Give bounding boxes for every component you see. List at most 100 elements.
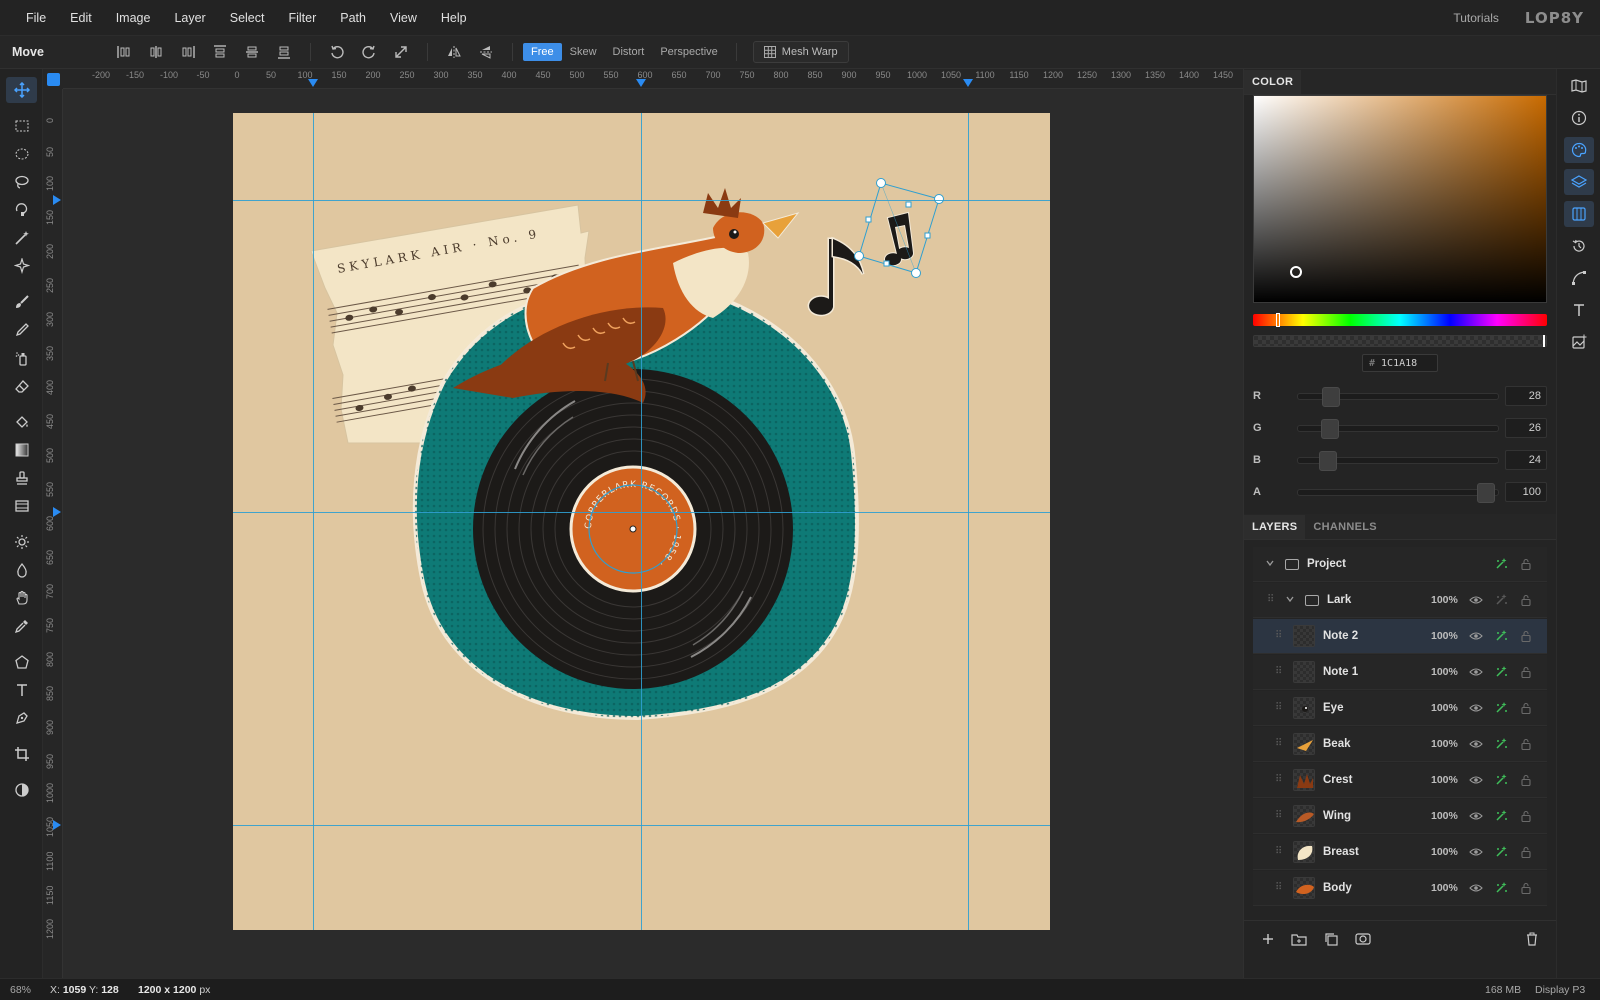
align-top-button[interactable] [204, 40, 236, 64]
visibility-toggle[interactable] [1469, 809, 1483, 823]
lock-toggle[interactable] [1519, 593, 1533, 607]
character-panel-button[interactable] [1564, 297, 1594, 323]
quick-select-tool[interactable] [6, 253, 37, 279]
layer-row[interactable]: ⠿ Wing 100% [1253, 799, 1547, 834]
info-panel-button[interactable] [1564, 105, 1594, 131]
spray-tool[interactable] [6, 345, 37, 371]
menu-layer[interactable]: Layer [162, 11, 217, 25]
channel-slider-thumb[interactable] [1477, 482, 1495, 503]
status-color-profile[interactable]: Display P3 [1535, 984, 1585, 996]
eyedropper-tool[interactable] [6, 613, 37, 639]
layer-opacity[interactable]: 100% [1431, 630, 1458, 642]
pattern-tool[interactable] [6, 493, 37, 519]
move-tool[interactable] [6, 77, 37, 103]
color-saturation-field[interactable] [1253, 95, 1547, 303]
scale-button[interactable] [385, 40, 417, 64]
guide-marker[interactable] [308, 79, 318, 87]
add-layer-button[interactable] [1259, 931, 1277, 947]
lock-toggle[interactable] [1519, 809, 1533, 823]
alpha-handle[interactable] [1543, 335, 1545, 347]
visibility-toggle[interactable] [1469, 629, 1483, 643]
channel-slider[interactable] [1297, 418, 1499, 439]
align-center-h-button[interactable] [140, 40, 172, 64]
channel-slider-thumb[interactable] [1322, 386, 1341, 407]
layer-opacity[interactable]: 100% [1431, 882, 1458, 894]
align-left-button[interactable] [108, 40, 140, 64]
mode-distort-button[interactable]: Distort [605, 43, 653, 61]
tab-color[interactable]: COLOR [1244, 70, 1302, 94]
guide-marker[interactable] [53, 195, 61, 205]
lock-toggle[interactable] [1519, 845, 1533, 859]
guide-vertical[interactable] [313, 113, 314, 930]
channel-slider-thumb[interactable] [1319, 450, 1338, 471]
rotate-ccw-button[interactable] [321, 40, 353, 64]
effects-toggle[interactable] [1494, 593, 1508, 607]
stamp-tool[interactable] [6, 465, 37, 491]
menu-image[interactable]: Image [104, 11, 163, 25]
delete-layer-button[interactable] [1523, 931, 1541, 947]
flip-vertical-button[interactable] [470, 40, 502, 64]
layer-opacity[interactable]: 100% [1431, 846, 1458, 858]
drag-handle-icon[interactable]: ⠿ [1275, 774, 1283, 786]
pen-tool[interactable] [6, 705, 37, 731]
rotate-cw-button[interactable] [353, 40, 385, 64]
tutorials-link[interactable]: Tutorials [1453, 11, 1499, 25]
rect-select-tool[interactable] [6, 113, 37, 139]
hex-input[interactable]: # 1C1A18 [1362, 354, 1438, 372]
ellipse-select-tool[interactable] [6, 141, 37, 167]
channel-slider-thumb[interactable] [1320, 418, 1339, 439]
visibility-toggle[interactable] [1469, 665, 1483, 679]
channels-panel-button[interactable] [1564, 201, 1594, 227]
color-panel-button[interactable] [1564, 137, 1594, 163]
effects-toggle[interactable] [1494, 809, 1508, 823]
visibility-toggle[interactable] [1469, 737, 1483, 751]
contrast-tool[interactable] [6, 777, 37, 803]
vertical-ruler[interactable]: 0 50 100 150 200 250 300 350 400 450 500 550 600 650 7… [43, 89, 63, 978]
channel-value-input[interactable]: 100 [1505, 482, 1547, 502]
layer-row[interactable]: ⠿ Lark 100% [1253, 583, 1547, 618]
image-panel-button[interactable] [1564, 329, 1594, 355]
ruler-corner[interactable] [43, 69, 63, 89]
horizontal-ruler[interactable]: -200 -150 -100 -50 0 50 100 150 200 250 300 350 400 4… [63, 69, 1243, 89]
channel-value-input[interactable]: 24 [1505, 450, 1547, 470]
layers-panel-button[interactable] [1564, 169, 1594, 195]
drag-handle-icon[interactable]: ⠿ [1275, 666, 1283, 678]
color-picker-cursor[interactable] [1290, 266, 1302, 278]
layer-row[interactable]: ⠿ Body 100% [1253, 871, 1547, 906]
effects-toggle[interactable] [1494, 845, 1508, 859]
effects-toggle[interactable] [1494, 737, 1508, 751]
layer-opacity[interactable]: 100% [1431, 774, 1458, 786]
guide-marker[interactable] [963, 79, 973, 87]
menu-select[interactable]: Select [218, 11, 277, 25]
guide-vertical[interactable] [968, 113, 969, 930]
hue-slider[interactable] [1253, 313, 1547, 327]
menu-help[interactable]: Help [429, 11, 479, 25]
alpha-slider[interactable] [1253, 335, 1547, 347]
layer-row[interactable]: ⠿ Crest 100% [1253, 763, 1547, 798]
mesh-warp-button[interactable]: Mesh Warp [752, 41, 849, 63]
mode-perspective-button[interactable]: Perspective [652, 43, 725, 61]
history-panel-button[interactable] [1564, 233, 1594, 259]
layer-opacity[interactable]: 100% [1431, 702, 1458, 714]
effects-toggle[interactable] [1494, 881, 1508, 895]
dodge-tool[interactable] [6, 529, 37, 555]
brush-tool[interactable] [6, 289, 37, 315]
navigator-panel-button[interactable] [1564, 73, 1594, 99]
menu-filter[interactable]: Filter [276, 11, 328, 25]
align-middle-button[interactable] [236, 40, 268, 64]
ruler-origin-square[interactable] [47, 73, 60, 86]
effects-toggle[interactable] [1494, 629, 1508, 643]
effects-toggle[interactable] [1494, 557, 1508, 571]
magic-wand-tool[interactable] [6, 225, 37, 251]
drag-handle-icon[interactable]: ⠿ [1275, 630, 1283, 642]
layers-list[interactable]: Project ⠿ Lark 100% ⠿ Note 2 100% ⠿ Note 1 100% ⠿ E… [1253, 547, 1547, 915]
chevron-down-icon[interactable] [1265, 558, 1275, 571]
menu-path[interactable]: Path [328, 11, 378, 25]
lock-toggle[interactable] [1519, 701, 1533, 715]
lasso-tool[interactable] [6, 169, 37, 195]
hex-value[interactable]: 1C1A18 [1381, 358, 1417, 369]
drag-handle-icon[interactable]: ⠿ [1275, 702, 1283, 714]
channel-slider[interactable] [1297, 386, 1499, 407]
layer-opacity[interactable]: 100% [1431, 810, 1458, 822]
drag-handle-icon[interactable]: ⠿ [1275, 882, 1283, 894]
